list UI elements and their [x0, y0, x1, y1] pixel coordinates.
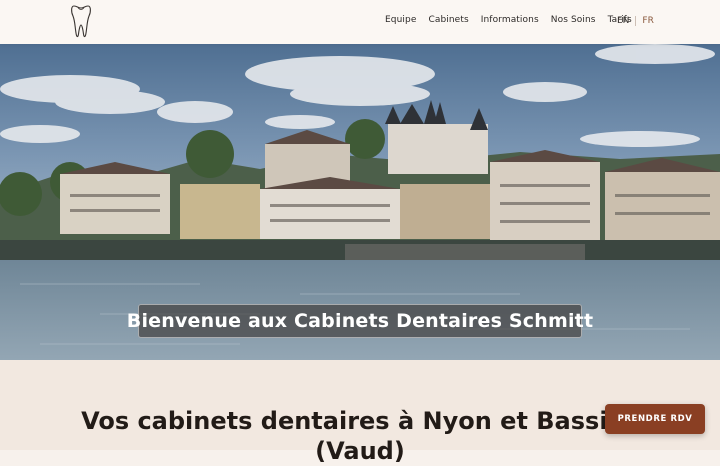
- hero-title: Bienvenue aux Cabinets Dentaires Schmitt: [126, 310, 594, 332]
- nav-link-informations[interactable]: Informations: [481, 15, 539, 25]
- nav-link-equipe[interactable]: Equipe: [385, 15, 416, 25]
- tooth-icon[interactable]: [69, 3, 93, 41]
- intro-heading: Vos cabinets dentaires à Nyon et Bassins…: [81, 407, 639, 465]
- book-appointment-button[interactable]: PRENDRE RDV: [605, 404, 705, 434]
- hero-title-banner: Bienvenue aux Cabinets Dentaires Schmitt: [127, 304, 593, 338]
- nav-link-cabinets[interactable]: Cabinets: [428, 15, 468, 25]
- language-fr[interactable]: FR: [642, 16, 653, 26]
- hero-section: Bienvenue aux Cabinets Dentaires Schmitt: [0, 44, 720, 360]
- language-switcher: EN FR: [617, 16, 654, 26]
- nav-link-nos-soins[interactable]: Nos Soins: [551, 15, 596, 25]
- language-en[interactable]: EN: [617, 16, 629, 26]
- language-divider: [635, 16, 637, 26]
- site-header: Equipe Cabinets Informations Nos Soins T…: [0, 0, 720, 44]
- main-nav: Equipe Cabinets Informations Nos Soins T…: [385, 15, 644, 25]
